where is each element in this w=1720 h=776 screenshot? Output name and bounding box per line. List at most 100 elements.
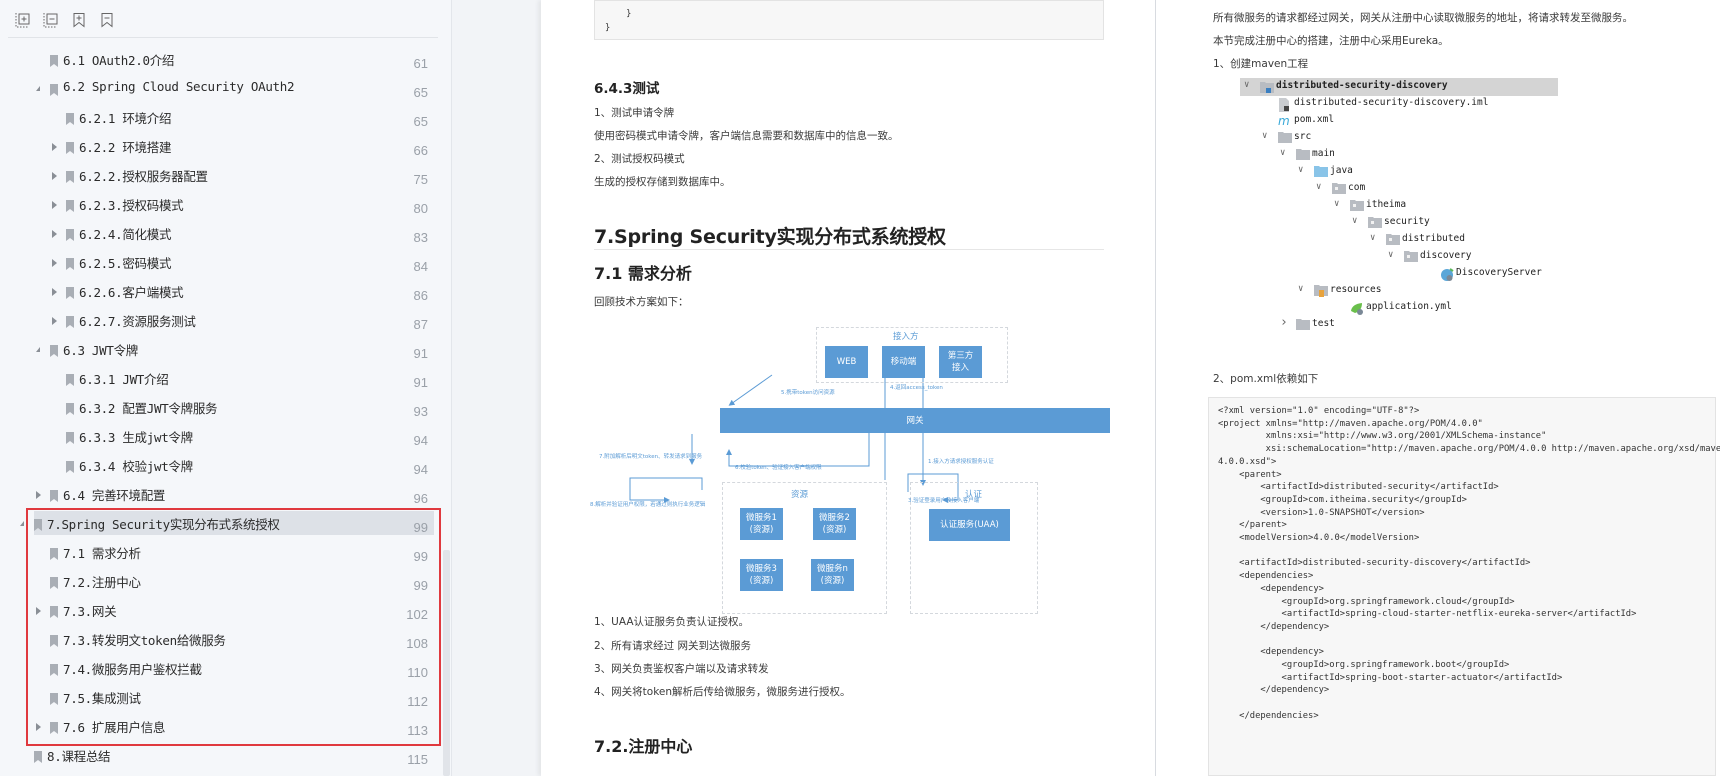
bookmark-icon [66,139,74,154]
outline-item-label: 6.2.7.资源服务测试 [79,314,196,329]
code-line: </dependency> [1218,621,1330,632]
outline-item-page: 83 [413,230,428,245]
outline-item-label: 6.2.4.简化模式 [79,227,172,242]
pdf-page-right: 所有微服务的请求都经过网关，网关从注册中心读取微服务的地址，将请求转发至微服务。… [1155,0,1720,776]
outline-item[interactable]: 7.1 需求分析 99 [0,540,440,568]
architecture-diagram: 接入方 WEB 移动端 第三方 接入 5.携带token访问资源 4.返回acc… [590,312,1110,614]
collapsed-triangle-icon[interactable] [36,723,41,731]
outline-item-page: 86 [413,288,428,303]
file-tree-label: itheima [1366,199,1407,210]
outline-item-label: 6.2.6.客户端模式 [79,285,184,300]
sidebar-scrollbar[interactable] [443,550,450,776]
bookmark-icon [66,429,74,444]
outline-item[interactable]: 7.2.注册中心 99 [0,569,440,597]
outline-item[interactable]: 6.2.6.客户端模式 86 [0,279,440,307]
outline-item[interactable]: 8.课程总结 115 [0,743,440,771]
outline-item-label: 6.3 JWT令牌 [63,343,138,358]
outline-item[interactable]: 7.3.转发明文token给微服务 108 [0,627,440,655]
collapsed-triangle-icon[interactable] [52,201,57,209]
collapsed-triangle-icon[interactable] [52,288,57,296]
outline-item[interactable]: 6.3.3 生成jwt令牌 94 [0,424,440,452]
collapsed-triangle-icon[interactable] [52,259,57,267]
outline-item-label: 7.3.转发明文token给微服务 [63,633,226,648]
bookmark-icon [50,52,58,67]
outline-item[interactable]: 7.Spring Security实现分布式系统授权 99 [0,511,440,539]
outline-item-page: 91 [413,375,428,390]
group-resource [722,482,887,614]
outline-item-label: 6.2.1 环境介绍 [79,111,172,126]
file-tree-label: pom.xml [1294,114,1335,125]
paragraph: 所有微服务的请求都经过网关，网关从注册中心读取微服务的地址，将请求转发至微服务。 [1213,12,1633,24]
expanded-triangle-icon[interactable] [36,86,40,91]
outline-item[interactable]: 6.3.2 配置JWT令牌服务 93 [0,395,440,423]
outline-item-label: 7.2.注册中心 [63,575,141,590]
outline-item[interactable]: 6.1 OAuth2.0介绍 61 [0,47,440,75]
chevron-down-icon: ∨ [1298,165,1304,175]
outline-item-label: 6.2.3.授权码模式 [79,198,184,213]
remove-bookmark-button[interactable] [99,12,115,28]
package-folder-icon [1404,251,1418,262]
outline-item[interactable]: 7.5.集成测试 112 [0,685,440,713]
expand-all-button[interactable] [15,12,31,28]
outline-item-page: 84 [413,259,428,274]
outline-item[interactable]: 6.2 Spring Cloud Security OAuth2 65 [0,76,440,104]
file-tree-row: ∨ discovery [1240,248,1558,266]
chevron-down-icon: ∨ [1262,131,1268,141]
collapsed-triangle-icon[interactable] [36,607,41,615]
bookmark-icon [34,516,42,531]
bookmark-icon [50,603,58,618]
list-item: 1、UAA认证服务负责认证授权。 [594,616,750,628]
folder-icon [1278,132,1292,143]
chevron-down-icon: ∨ [1298,284,1304,294]
outline-item[interactable]: 6.2.4.简化模式 83 [0,221,440,249]
outline-item[interactable]: 6.2.2.授权服务器配置 75 [0,163,440,191]
outline-item-page: 115 [407,752,428,767]
pom-code-block: <?xml version="1.0" encoding="UTF-8"?> <p… [1208,397,1720,776]
bookmark-icon [50,719,58,734]
code-block: } } [594,0,1104,40]
label-step6: 6.校验token、验证接入客户端权限 [735,465,822,471]
outline-item[interactable]: 6.4 完善环境配置 96 [0,482,440,510]
outline-item-page: 66 [413,143,428,158]
outline-item-label: 7.4.微服务用户鉴权拦截 [63,662,202,677]
file-tree-row: ∨ resources [1240,282,1558,300]
add-bookmark-button[interactable] [71,12,87,28]
heading-7-2: 7.2.注册中心 [594,737,693,756]
outline-item-label: 6.3.4 校验jwt令牌 [79,459,193,474]
file-tree-label: distributed-security-discovery.iml [1294,97,1489,108]
outline-item[interactable]: 6.3.1 JWT介绍 91 [0,366,440,394]
outline-item[interactable]: 6.3.4 校验jwt令牌 94 [0,453,440,481]
code-line: } [605,9,632,19]
outline-item-page: 112 [407,694,428,709]
collapse-all-icon [43,13,58,28]
expanded-triangle-icon[interactable] [20,521,24,526]
code-line: xsi:schemaLocation="http://maven.apache.… [1218,444,1720,455]
outline-item[interactable]: 6.3 JWT令牌 91 [0,337,440,365]
collapse-all-button[interactable] [43,12,59,28]
outline-item[interactable]: 7.6 扩展用户信息 113 [0,714,440,742]
file-tree-label: security [1384,216,1430,227]
file-tree-label: test [1312,318,1335,329]
collapsed-triangle-icon[interactable] [52,317,57,325]
collapsed-triangle-icon[interactable] [52,172,57,180]
paragraph: 本节完成注册中心的搭建，注册中心采用Eureka。 [1213,35,1449,47]
outline-item[interactable]: 6.2.2 环境搭建 66 [0,134,440,162]
outline-item[interactable]: 6.2.1 环境介绍 65 [0,105,440,133]
outline-item[interactable]: 6.2.3.授权码模式 80 [0,192,440,220]
outline-item[interactable]: 7.3.网关 102 [0,598,440,626]
outline-item[interactable]: 6.2.5.密码模式 84 [0,250,440,278]
node-gateway: 网关 [720,408,1110,433]
outline-item[interactable]: 7.4.微服务用户鉴权拦截 110 [0,656,440,684]
collapsed-triangle-icon[interactable] [52,230,57,238]
spring-config-icon [1350,302,1363,315]
collapsed-triangle-icon[interactable] [52,143,57,151]
outline-item-label: 7.Spring Security实现分布式系统授权 [47,517,280,532]
outline-item-label: 6.3.2 配置JWT令牌服务 [79,401,218,416]
outline-item-label: 7.5.集成测试 [63,691,141,706]
bookmark-icon [50,342,58,357]
outline-item-page: 94 [413,462,428,477]
module-folder-icon [1260,81,1274,93]
expanded-triangle-icon[interactable] [36,347,40,352]
outline-item[interactable]: 6.2.7.资源服务测试 87 [0,308,440,336]
collapsed-triangle-icon[interactable] [36,491,41,499]
